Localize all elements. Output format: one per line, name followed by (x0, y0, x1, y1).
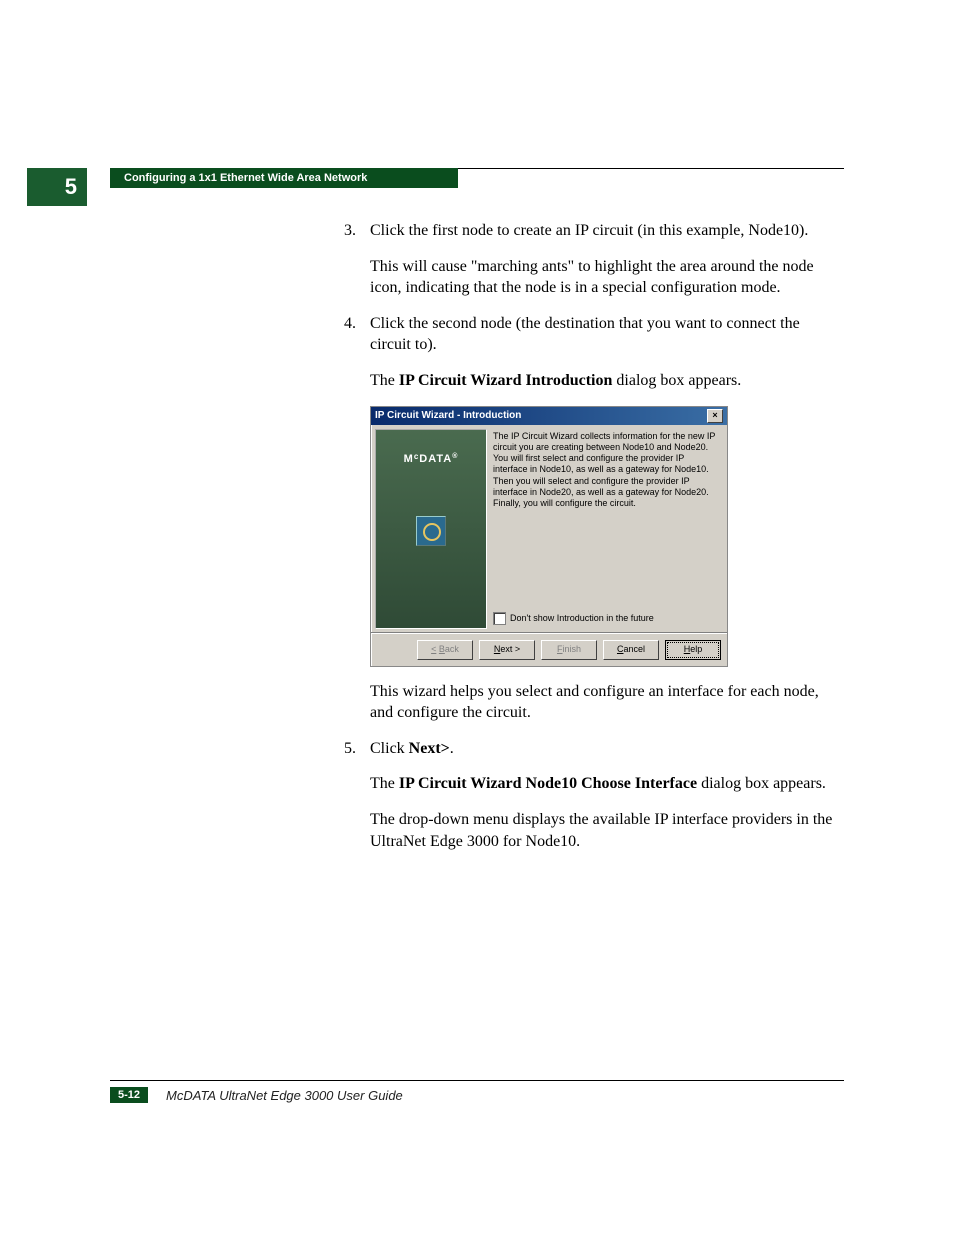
page-number: 5-12 (110, 1087, 148, 1103)
checkbox-label: Don't show Introduction in the future (510, 612, 654, 624)
brand-logo: McDATA® (404, 452, 459, 467)
section-header-bar: Configuring a 1x1 Ethernet Wide Area Net… (110, 168, 458, 188)
step-paragraph: The IP Circuit Wizard Introduction dialo… (370, 370, 844, 392)
step-4: 4. Click the second node (the destinatio… (344, 313, 844, 392)
after-dialog-paragraph: This wizard helps you select and configu… (344, 681, 844, 724)
step-number: 5. (344, 738, 356, 760)
section-header-text: Configuring a 1x1 Ethernet Wide Area Net… (124, 172, 367, 184)
checkbox-icon (493, 612, 506, 625)
dialog-description: The IP Circuit Wizard collects informati… (493, 431, 719, 510)
dialog-sidebar: McDATA® (375, 429, 487, 629)
close-icon[interactable]: × (707, 409, 723, 423)
dialog-titlebar: IP Circuit Wizard - Introduction × (371, 407, 727, 425)
next-button[interactable]: Next > (479, 640, 535, 660)
chapter-number: 5 (65, 174, 77, 200)
dialog-title-text: IP Circuit Wizard - Introduction (375, 409, 521, 423)
step-5: 5. Click Next>. The IP Circuit Wizard No… (344, 738, 844, 852)
footer-rule (110, 1080, 844, 1081)
page-footer: 5-12 McDATA UltraNet Edge 3000 User Guid… (110, 1080, 844, 1103)
dialog-body: McDATA® The IP Circuit Wizard collects i… (371, 425, 727, 633)
dont-show-checkbox[interactable]: Don't show Introduction in the future (493, 612, 719, 625)
step-number: 3. (344, 220, 356, 242)
step-3: 3. Click the first node to create an IP … (344, 220, 844, 299)
dialog-main: The IP Circuit Wizard collects informati… (493, 429, 723, 629)
help-button[interactable]: Help (665, 640, 721, 660)
finish-button: Finish (541, 640, 597, 660)
step-paragraph: The IP Circuit Wizard Node10 Choose Inte… (370, 773, 844, 795)
step-number: 4. (344, 313, 356, 335)
wizard-icon (416, 516, 446, 546)
body-content: 3. Click the first node to create an IP … (344, 220, 844, 866)
footer-title: McDATA UltraNet Edge 3000 User Guide (166, 1088, 403, 1103)
ip-circuit-wizard-dialog: IP Circuit Wizard - Introduction × McDAT… (370, 406, 728, 667)
step-paragraph: This will cause "marching ants" to highl… (370, 256, 844, 299)
dialog-button-row: < Back Next > Finish Cancel Help (371, 633, 727, 666)
step-text: Click the first node to create an IP cir… (370, 222, 808, 239)
dialog-figure: IP Circuit Wizard - Introduction × McDAT… (370, 406, 844, 667)
back-button: < Back (417, 640, 473, 660)
step-text: Click the second node (the destination t… (370, 315, 800, 354)
step-paragraph: The drop-down menu displays the availabl… (370, 809, 844, 852)
cancel-button[interactable]: Cancel (603, 640, 659, 660)
chapter-number-tab: 5 (27, 168, 87, 206)
step-text: Click Next>. (370, 740, 454, 757)
